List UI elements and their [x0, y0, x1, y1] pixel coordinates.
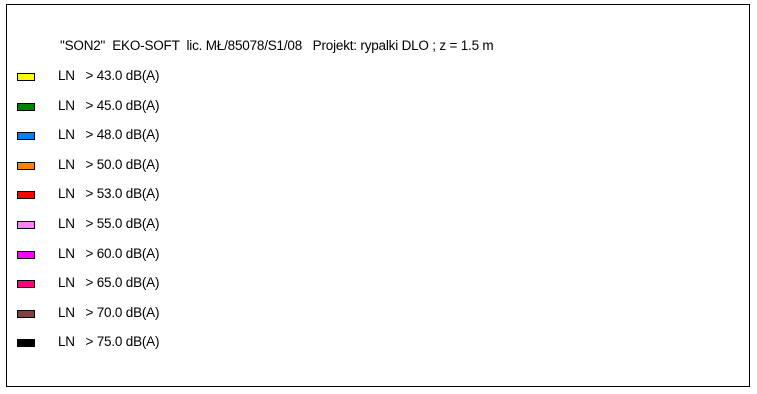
legend-item: LN > 43.0 dB(A): [17, 68, 159, 98]
legend-item: LN > 53.0 dB(A): [17, 186, 159, 216]
legend-item: LN > 70.0 dB(A): [17, 305, 159, 335]
legend-item: LN > 48.0 dB(A): [17, 127, 159, 157]
color-swatch: [17, 132, 35, 141]
legend-item-label: LN > 55.0 dB(A): [58, 215, 160, 231]
legend-list: LN > 43.0 dB(A) LN > 45.0 dB(A) LN > 48.…: [17, 68, 159, 364]
legend-panel: "SON2" EKO-SOFT lic. MŁ/85078/S1/08 Proj…: [6, 4, 750, 387]
legend-item-label: LN > 75.0 dB(A): [58, 334, 160, 350]
legend-item-label: LN > 53.0 dB(A): [58, 186, 160, 202]
legend-item: LN > 45.0 dB(A): [17, 98, 159, 128]
legend-title: "SON2" EKO-SOFT lic. MŁ/85078/S1/08 Proj…: [60, 38, 494, 53]
legend-item-label: LN > 50.0 dB(A): [58, 156, 160, 172]
color-swatch: [17, 102, 35, 111]
color-swatch: [17, 73, 35, 81]
legend-item: LN > 50.0 dB(A): [17, 157, 159, 187]
color-swatch: [17, 339, 35, 348]
color-swatch: [17, 280, 35, 289]
color-swatch: [17, 250, 35, 259]
legend-item-label: LN > 43.0 dB(A): [58, 68, 160, 83]
legend-item-label: LN > 70.0 dB(A): [58, 304, 160, 320]
color-swatch: [17, 191, 35, 200]
color-swatch: [17, 161, 35, 170]
legend-item: LN > 75.0 dB(A): [17, 334, 159, 364]
legend-item-label: LN > 60.0 dB(A): [58, 245, 160, 261]
legend-item: LN > 65.0 dB(A): [17, 275, 159, 305]
color-swatch: [17, 309, 35, 318]
legend-item-label: LN > 45.0 dB(A): [58, 97, 160, 113]
color-swatch: [17, 220, 35, 229]
legend-item-label: LN > 48.0 dB(A): [58, 127, 160, 143]
legend-item-label: LN > 65.0 dB(A): [58, 275, 160, 291]
legend-item: LN > 60.0 dB(A): [17, 246, 159, 276]
legend-item: LN > 55.0 dB(A): [17, 216, 159, 246]
